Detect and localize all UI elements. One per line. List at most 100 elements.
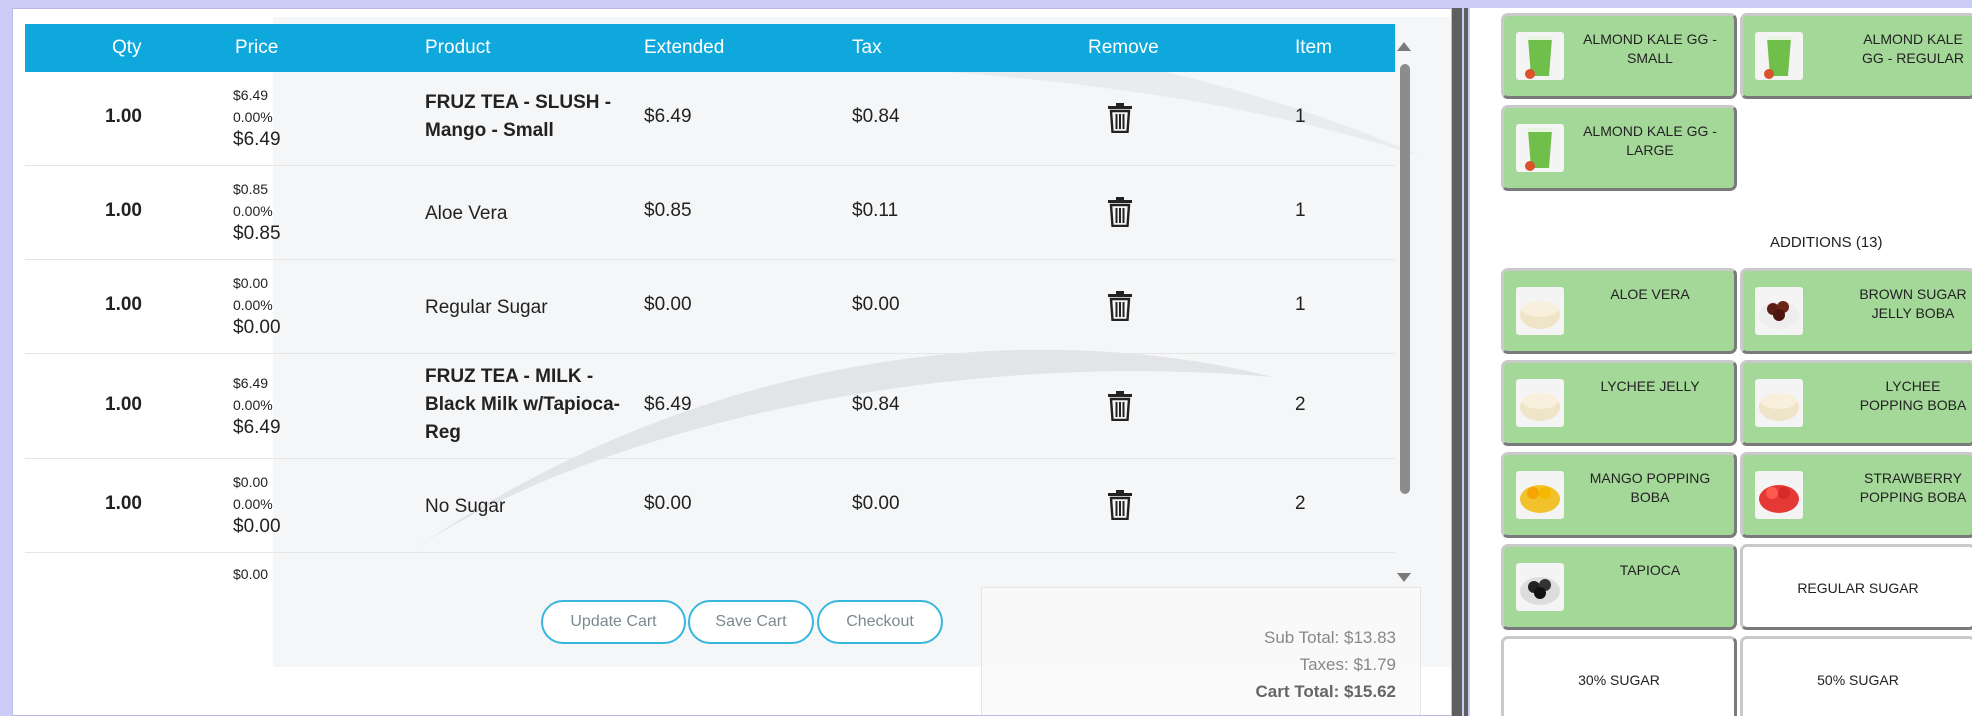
cart-panel: Qty Price Product Extended Tax Remove It… xyxy=(12,8,1452,716)
drink-cup-icon xyxy=(1755,32,1803,80)
subtotal-text: Sub Total: $13.83 xyxy=(1263,628,1396,647)
row-net-price: $0.00 xyxy=(233,516,281,537)
row-item: 2 xyxy=(1295,493,1306,514)
row-discount: 0.00% xyxy=(233,297,273,313)
menu-tile-30-sugar[interactable]: 30% SUGAR xyxy=(1501,636,1737,716)
header-product: Product xyxy=(425,37,491,58)
table-row[interactable]: 1.00 $0.00 0.00% $0.00 Regular Sugar $0.… xyxy=(25,260,1395,354)
row-price: $0.00 xyxy=(233,563,268,585)
menu-panel: ALMOND KALE GG - SMALL ALMOND KALE GG - … xyxy=(1470,8,1972,716)
row-net-price: $0.00 xyxy=(233,317,281,338)
menu-tile-almond-kale-large[interactable]: ALMOND KALE GG - LARGE xyxy=(1501,105,1737,191)
row-extended: $6.49 xyxy=(644,394,692,415)
menu-tile-tapioca[interactable]: TAPIOCA xyxy=(1501,544,1737,630)
row-unit-price: $6.49 xyxy=(233,87,269,103)
row-item: 2 xyxy=(1295,394,1306,415)
cart-total-text: Cart Total: $15.62 xyxy=(1255,682,1396,701)
drink-cup-icon xyxy=(1516,124,1564,172)
save-cart-button[interactable]: Save Cart xyxy=(688,600,814,644)
bowl-icon xyxy=(1755,287,1803,335)
tile-label: REGULAR SUGAR xyxy=(1797,580,1919,596)
trash-icon[interactable] xyxy=(1107,391,1137,422)
tile-label: ALMOND KALE GG - SMALL xyxy=(1583,31,1717,66)
cart-totals: Sub Total: $13.83 Taxes: $1.79 Cart Tota… xyxy=(981,587,1421,715)
row-extended: $6.49 xyxy=(644,106,692,127)
row-price: $0.85 0.00% $0.85 xyxy=(233,178,281,246)
panel-divider-thin xyxy=(1464,8,1468,716)
row-extended: $0.00 xyxy=(644,493,692,514)
scroll-down-arrow-icon[interactable] xyxy=(1397,573,1411,582)
drink-cup-icon xyxy=(1516,32,1564,80)
header-remove: Remove xyxy=(1088,37,1159,58)
menu-tile-regular-sugar[interactable]: REGULAR SUGAR xyxy=(1740,544,1972,630)
trash-icon[interactable] xyxy=(1107,197,1137,228)
update-cart-button[interactable]: Update Cart xyxy=(541,600,686,644)
row-qty: 1.00 xyxy=(105,294,142,315)
row-product: FRUZ TEA - SLUSH - Mango - Small xyxy=(425,92,612,141)
row-discount: 0.00% xyxy=(233,397,273,413)
row-tax: $0.00 xyxy=(852,294,900,315)
taxes-text: Taxes: $1.79 xyxy=(1299,655,1396,674)
table-row[interactable]: 1.00 $0.00 0.00% $0.00 No Sugar $0.00 $0… xyxy=(25,459,1395,553)
bowl-icon xyxy=(1516,287,1564,335)
menu-tile-brown-sugar-jelly-boba[interactable]: BROWN SUGAR JELLY BOBA xyxy=(1740,268,1972,354)
row-item: 1 xyxy=(1295,200,1306,221)
scroll-thumb[interactable] xyxy=(1400,64,1410,494)
bowl-icon xyxy=(1516,471,1564,519)
row-tax: $0.84 xyxy=(852,394,900,415)
trash-icon[interactable] xyxy=(1107,490,1137,521)
cart-table: Qty Price Product Extended Tax Remove It… xyxy=(25,24,1395,593)
checkout-button[interactable]: Checkout xyxy=(817,600,943,644)
scroll-up-arrow-icon[interactable] xyxy=(1397,42,1411,51)
row-net-price: $6.49 xyxy=(233,129,281,150)
row-price: $6.49 0.00% $6.49 xyxy=(233,84,281,152)
row-unit-price: $0.00 xyxy=(233,474,269,490)
tile-label: LYCHEE POPPING BOBA xyxy=(1859,378,1967,413)
row-qty: 1.00 xyxy=(105,106,142,127)
tile-label: STRAWBERRY POPPING BOBA xyxy=(1859,470,1967,505)
row-discount: 0.00% xyxy=(233,203,273,219)
cart-scrollbar[interactable] xyxy=(1397,42,1411,582)
row-item: 1 xyxy=(1295,294,1306,315)
bowl-icon xyxy=(1516,379,1564,427)
menu-tile-aloe-vera[interactable]: ALOE VERA xyxy=(1501,268,1737,354)
tile-label: TAPIOCA xyxy=(1619,562,1681,578)
row-unit-price: $0.00 xyxy=(233,275,269,291)
row-product: No Sugar xyxy=(425,496,506,517)
menu-tile-lychee-jelly[interactable]: LYCHEE JELLY xyxy=(1501,360,1737,446)
row-qty: 1.00 xyxy=(105,200,142,221)
table-header: Qty Price Product Extended Tax Remove It… xyxy=(25,24,1395,72)
menu-tile-50-sugar[interactable]: 50% SUGAR xyxy=(1740,636,1972,716)
row-unit-price: $6.49 xyxy=(233,375,269,391)
bowl-icon xyxy=(1755,471,1803,519)
menu-tile-strawberry-popping-boba[interactable]: STRAWBERRY POPPING BOBA xyxy=(1740,452,1972,538)
menu-tile-lychee-popping-boba[interactable]: LYCHEE POPPING BOBA xyxy=(1740,360,1972,446)
row-item: 1 xyxy=(1295,106,1306,127)
table-row[interactable]: 1.00 $6.49 0.00% $6.49 FRUZ TEA - MILK -… xyxy=(25,354,1395,459)
menu-tile-almond-kale-regular[interactable]: ALMOND KALE GG - REGULAR xyxy=(1740,13,1972,99)
row-extended: $0.00 xyxy=(644,294,692,315)
row-net-price: $0.85 xyxy=(233,223,281,244)
trash-icon[interactable] xyxy=(1107,103,1137,134)
tile-label: LYCHEE JELLY xyxy=(1600,378,1700,394)
row-tax: $0.00 xyxy=(852,493,900,514)
header-item: Item xyxy=(1295,37,1332,58)
row-net-price: $6.49 xyxy=(233,417,281,438)
trash-icon[interactable] xyxy=(1107,291,1137,322)
row-price: $0.00 0.00% $0.00 xyxy=(233,272,281,340)
row-unit-price: $0.00 xyxy=(233,566,269,582)
row-product: Regular Sugar xyxy=(425,297,548,318)
row-discount: 0.00% xyxy=(233,496,273,512)
row-tax: $0.11 xyxy=(852,200,899,221)
tile-label: ALMOND KALE GG - LARGE xyxy=(1583,123,1717,158)
menu-tile-almond-kale-small[interactable]: ALMOND KALE GG - SMALL xyxy=(1501,13,1737,99)
menu-tile-mango-popping-boba[interactable]: MANGO POPPING BOBA xyxy=(1501,452,1737,538)
additions-section-title: ADDITIONS (13) xyxy=(1770,234,1883,251)
tile-label: BROWN SUGAR JELLY BOBA xyxy=(1859,286,1967,321)
table-row[interactable]: 1.00 $0.85 0.00% $0.85 Aloe Vera $0.85 $… xyxy=(25,166,1395,260)
row-tax: $0.84 xyxy=(852,106,900,127)
table-row[interactable]: 1.00 $6.49 0.00% $6.49 FRUZ TEA - SLUSH … xyxy=(25,72,1395,166)
row-product: FRUZ TEA - MILK - Black Milk w/Tapioca- … xyxy=(425,366,620,443)
header-qty: Qty xyxy=(112,37,142,58)
row-qty: 1.00 xyxy=(105,493,142,514)
